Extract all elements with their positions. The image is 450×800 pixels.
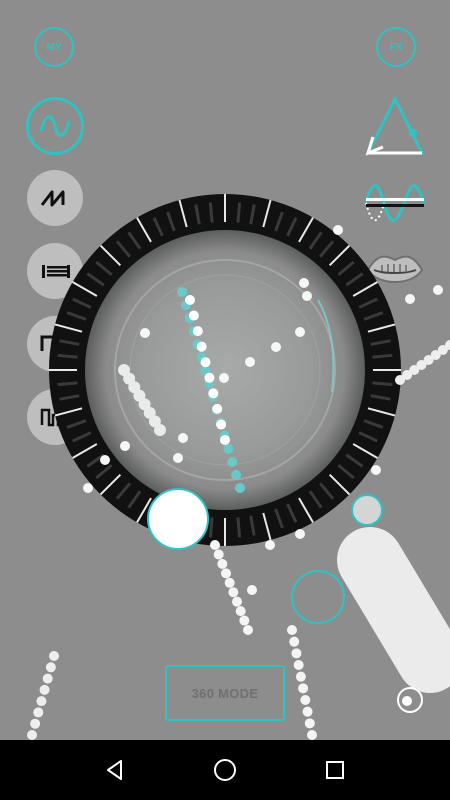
particle (232, 596, 242, 607)
particle (243, 625, 253, 635)
particle (120, 441, 130, 451)
dial-ring (49, 194, 401, 546)
particle (217, 558, 228, 569)
particle (45, 662, 56, 673)
particle (30, 718, 41, 729)
dial-tick (372, 381, 393, 387)
particle (210, 540, 220, 550)
particle (33, 707, 44, 718)
rotary-dial[interactable] (0, 0, 450, 740)
particle (42, 673, 53, 684)
dial-tick (208, 202, 214, 223)
particle (100, 455, 110, 465)
particle (188, 310, 199, 321)
particle (219, 373, 229, 383)
particle (333, 225, 343, 235)
particle (247, 585, 257, 595)
particle (228, 587, 239, 598)
particle (289, 636, 300, 647)
particle (302, 291, 312, 301)
small-touch-circle[interactable] (351, 494, 383, 526)
particle (83, 483, 93, 493)
particle (36, 696, 47, 707)
particle (221, 568, 231, 579)
particle (245, 357, 255, 367)
mode-360-button[interactable]: 360 MODE (165, 665, 285, 721)
particle (300, 695, 311, 705)
dial-tick (57, 353, 78, 359)
particle (271, 342, 281, 352)
particle (185, 295, 195, 305)
particle (173, 453, 183, 463)
particle (371, 465, 381, 475)
particle (212, 403, 223, 414)
particle (204, 372, 215, 383)
particle (227, 456, 238, 467)
particle (224, 577, 235, 588)
particle (220, 435, 230, 445)
finger-swipe-trail (337, 527, 450, 693)
particle (231, 469, 242, 480)
particle (208, 388, 219, 399)
particle (304, 718, 315, 729)
particle (302, 706, 313, 717)
particle (307, 730, 317, 740)
cursor-dot (402, 696, 412, 706)
dial-tick (236, 202, 242, 223)
particle (39, 684, 50, 695)
mode-360-label: 360 MODE (191, 685, 259, 701)
particle (265, 540, 275, 550)
ring-touch-circle[interactable] (291, 570, 345, 624)
particle (287, 625, 297, 635)
particle (293, 660, 304, 670)
particle (235, 606, 246, 617)
dial-tick (57, 381, 78, 387)
large-touch-circle[interactable] (147, 488, 209, 550)
particle (140, 328, 150, 338)
dial-tick (208, 517, 214, 538)
nav-home-button[interactable] (205, 750, 245, 790)
home-icon (214, 759, 236, 781)
particle (178, 433, 188, 443)
dial-tick (236, 517, 242, 538)
particle (295, 671, 306, 682)
dial-tick (372, 353, 393, 359)
particle (239, 615, 250, 626)
navigation-bar (0, 740, 450, 800)
particle (295, 529, 305, 539)
particle (299, 278, 309, 288)
particle (177, 287, 187, 297)
particle (49, 651, 59, 661)
particle (223, 443, 234, 454)
particle (213, 549, 224, 560)
recents-icon (326, 761, 344, 779)
particle (298, 683, 309, 694)
particle (235, 483, 245, 493)
particle (405, 294, 415, 304)
particle (192, 326, 203, 337)
particle (295, 327, 305, 337)
particle (27, 730, 37, 740)
nav-back-button[interactable] (95, 750, 135, 790)
synth-canvas[interactable]: MY FX 360 MODE (0, 0, 450, 740)
particle (196, 341, 207, 352)
nav-recents-button[interactable] (315, 750, 355, 790)
particle (216, 419, 227, 430)
particle (291, 648, 302, 659)
particle (433, 285, 443, 295)
particle (200, 357, 211, 368)
back-icon (107, 760, 122, 780)
particle (154, 424, 166, 436)
